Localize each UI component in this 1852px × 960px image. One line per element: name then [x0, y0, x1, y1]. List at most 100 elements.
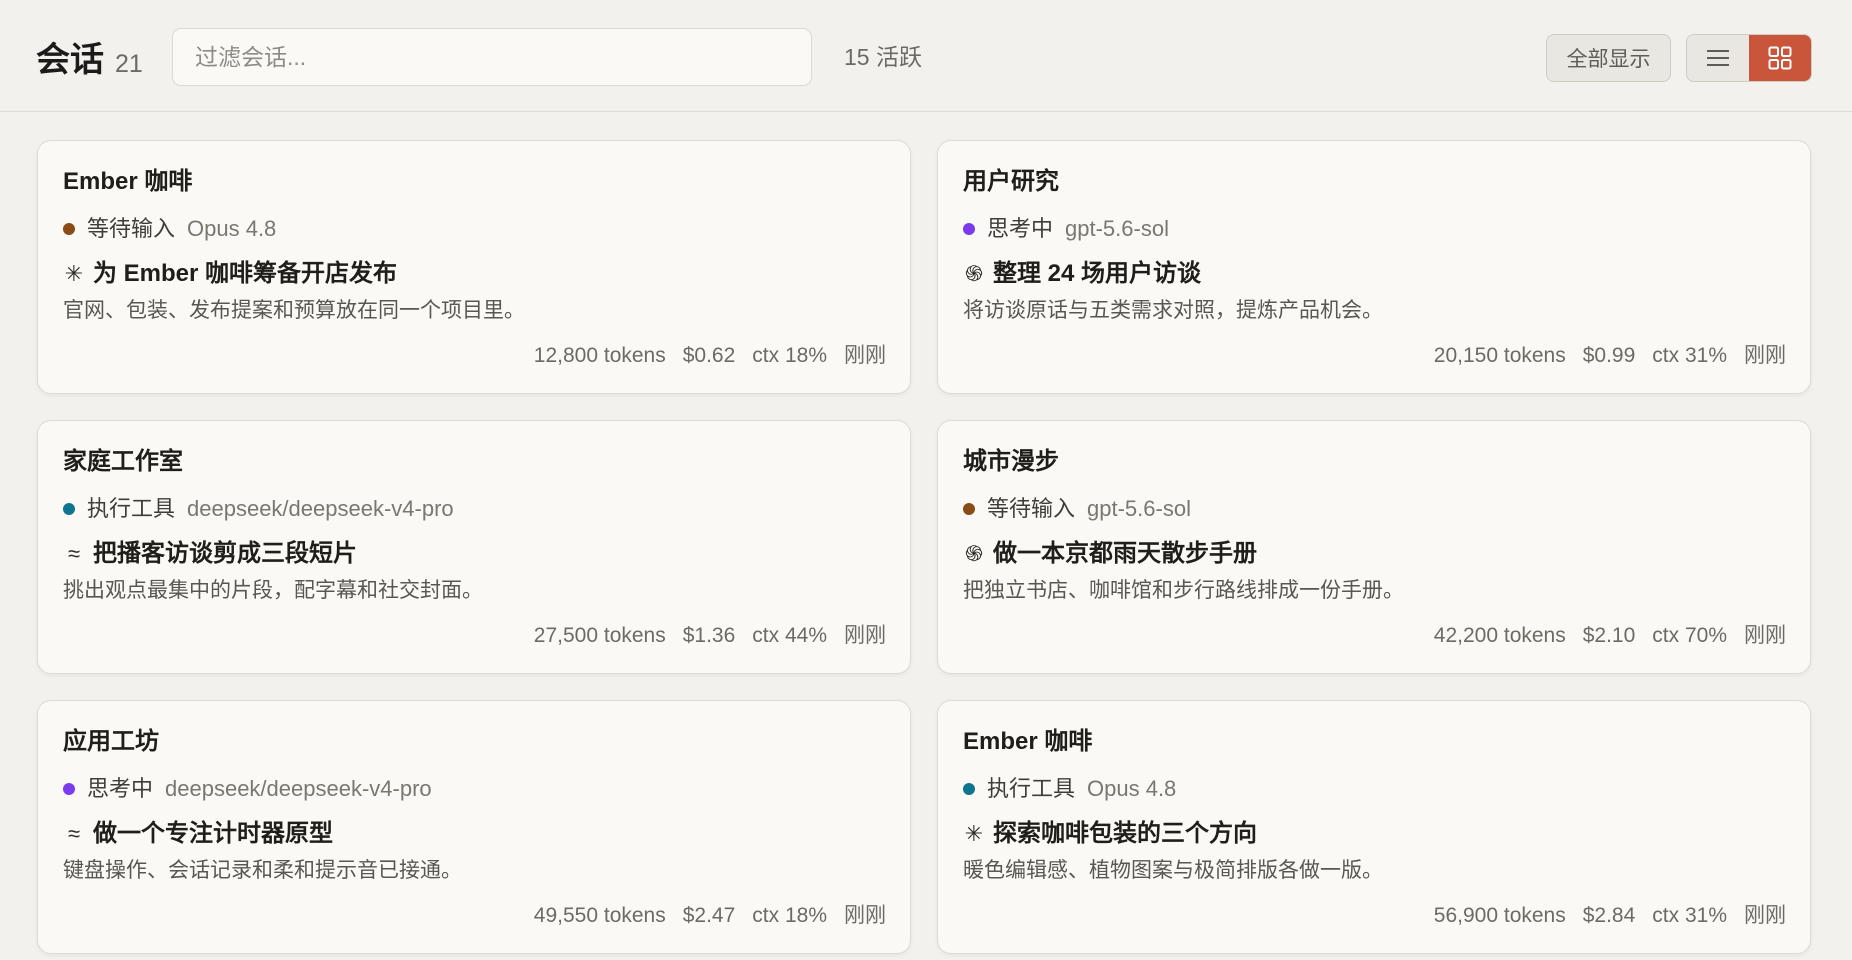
token-count: 42,200 tokens	[1433, 624, 1566, 647]
list-view-button[interactable]	[1687, 35, 1749, 81]
session-grid: Ember 咖啡 等待输入 Opus 4.8 ✳ 为 Ember 咖啡筹备开店发…	[37, 140, 1811, 954]
session-card[interactable]: 用户研究 思考中 gpt-5.6-sol ֍ 整理 24 场用户访谈 将访谈原话…	[937, 140, 1811, 394]
status-label: 等待输入	[987, 496, 1076, 521]
task-title: 把播客访谈剪成三段短片	[93, 540, 357, 567]
task-description: 将访谈原话与五类需求对照，提炼产品机会。	[963, 299, 1383, 322]
session-task: ≈ 做一个专注计时器原型	[63, 817, 333, 851]
status-label: 等待输入	[87, 216, 176, 241]
context-usage: ctx 31%	[1652, 344, 1727, 367]
session-name: 用户研究	[963, 168, 1059, 195]
deepseek-whale-icon: ≈	[67, 541, 81, 566]
last-updated: 刚刚	[1744, 904, 1786, 927]
status-dot	[63, 223, 75, 235]
session-cost: $0.99	[1582, 344, 1636, 367]
session-cost: $2.10	[1582, 624, 1636, 647]
model-name: Opus 4.8	[1087, 776, 1177, 801]
model-name: deepseek/deepseek-v4-pro	[165, 776, 432, 801]
last-updated: 刚刚	[1744, 344, 1786, 367]
session-task: ≈ 把播客访谈剪成三段短片	[63, 537, 357, 571]
last-updated: 刚刚	[844, 624, 886, 647]
task-description: 把独立书店、咖啡馆和步行路线排成一份手册。	[963, 579, 1404, 602]
session-name: 家庭工作室	[63, 448, 183, 475]
context-usage: ctx 18%	[752, 904, 827, 927]
status-label: 思考中	[987, 216, 1054, 241]
session-card[interactable]: Ember 咖啡 等待输入 Opus 4.8 ✳ 为 Ember 咖啡筹备开店发…	[37, 140, 911, 394]
session-card[interactable]: 家庭工作室 执行工具 deepseek/deepseek-v4-pro ≈ 把播…	[37, 420, 911, 674]
session-status: 等待输入 Opus 4.8	[63, 213, 276, 245]
session-card[interactable]: Ember 咖啡 执行工具 Opus 4.8 ✳ 探索咖啡包装的三个方向 暖色编…	[937, 700, 1811, 954]
session-status: 执行工具 deepseek/deepseek-v4-pro	[63, 493, 454, 525]
model-name: Opus 4.8	[187, 216, 277, 241]
status-dot	[963, 783, 975, 795]
context-usage: ctx 18%	[752, 344, 827, 367]
model-name: deepseek/deepseek-v4-pro	[187, 496, 454, 521]
session-name: 应用工坊	[63, 728, 159, 755]
model-name: gpt-5.6-sol	[1087, 496, 1191, 521]
session-name: Ember 咖啡	[963, 728, 1093, 755]
task-title: 为 Ember 咖啡筹备开店发布	[93, 260, 398, 287]
session-status: 思考中 deepseek/deepseek-v4-pro	[63, 773, 432, 805]
session-task: ֍ 做一本京都雨天散步手册	[963, 537, 1257, 571]
openai-icon: ֍	[965, 261, 983, 286]
session-status: 执行工具 Opus 4.8	[963, 773, 1176, 805]
task-description: 键盘操作、会话记录和柔和提示音已接通。	[63, 859, 462, 882]
claude-icon: ✳	[964, 821, 984, 846]
active-count: 15 活跃	[844, 44, 922, 70]
page-header: 会话 21 15 活跃 全部显示	[0, 0, 1852, 112]
session-meta: 42,200 tokens $2.10 ctx 70% 刚刚	[1434, 620, 1786, 652]
task-description: 官网、包装、发布提案和预算放在同一个项目里。	[63, 299, 525, 322]
task-title: 探索咖啡包装的三个方向	[993, 820, 1257, 847]
grid-view-button[interactable]	[1749, 35, 1811, 81]
status-dot	[63, 783, 75, 795]
deepseek-whale-icon: ≈	[67, 821, 81, 846]
filter-sessions-input[interactable]	[172, 28, 812, 86]
status-dot	[63, 503, 75, 515]
show-all-button[interactable]: 全部显示	[1546, 34, 1671, 82]
view-toggle	[1686, 34, 1812, 82]
task-description: 暖色编辑感、植物图案与极简排版各做一版。	[963, 859, 1383, 882]
last-updated: 刚刚	[844, 344, 886, 367]
session-task: ✳ 为 Ember 咖啡筹备开店发布	[63, 257, 397, 291]
token-count: 12,800 tokens	[533, 344, 666, 367]
openai-icon: ֍	[965, 541, 983, 566]
session-meta: 20,150 tokens $0.99 ctx 31% 刚刚	[1434, 340, 1786, 372]
session-status: 等待输入 gpt-5.6-sol	[963, 493, 1191, 525]
claude-icon: ✳	[64, 261, 84, 286]
task-title: 做一个专注计时器原型	[93, 820, 333, 847]
last-updated: 刚刚	[844, 904, 886, 927]
session-meta: 56,900 tokens $2.84 ctx 31% 刚刚	[1434, 900, 1786, 932]
grid-icon	[1768, 46, 1792, 70]
token-count: 27,500 tokens	[533, 624, 666, 647]
session-cost: $0.62	[682, 344, 736, 367]
last-updated: 刚刚	[1744, 624, 1786, 647]
session-meta: 12,800 tokens $0.62 ctx 18% 刚刚	[534, 340, 886, 372]
list-icon	[1707, 50, 1729, 66]
session-card[interactable]: 应用工坊 思考中 deepseek/deepseek-v4-pro ≈ 做一个专…	[37, 700, 911, 954]
session-status: 思考中 gpt-5.6-sol	[963, 213, 1169, 245]
session-card[interactable]: 城市漫步 等待输入 gpt-5.6-sol ֍ 做一本京都雨天散步手册 把独立书…	[937, 420, 1811, 674]
task-description: 挑出观点最集中的片段，配字幕和社交封面。	[63, 579, 483, 602]
session-task: ֍ 整理 24 场用户访谈	[963, 257, 1201, 291]
task-title: 做一本京都雨天散步手册	[993, 540, 1257, 567]
model-name: gpt-5.6-sol	[1065, 216, 1169, 241]
session-meta: 27,500 tokens $1.36 ctx 44% 刚刚	[534, 620, 886, 652]
page-title: 会话	[36, 41, 104, 79]
status-dot	[963, 503, 975, 515]
status-label: 执行工具	[87, 496, 176, 521]
session-name: Ember 咖啡	[63, 168, 193, 195]
session-meta: 49,550 tokens $2.47 ctx 18% 刚刚	[534, 900, 886, 932]
session-cost: $2.84	[1582, 904, 1636, 927]
task-title: 整理 24 场用户访谈	[993, 260, 1202, 287]
session-count: 21	[115, 50, 143, 78]
session-cost: $2.47	[682, 904, 736, 927]
session-name: 城市漫步	[963, 448, 1059, 475]
token-count: 56,900 tokens	[1433, 904, 1566, 927]
context-usage: ctx 44%	[752, 624, 827, 647]
token-count: 49,550 tokens	[533, 904, 666, 927]
status-label: 思考中	[87, 776, 154, 801]
status-label: 执行工具	[987, 776, 1076, 801]
session-task: ✳ 探索咖啡包装的三个方向	[963, 817, 1257, 851]
context-usage: ctx 70%	[1652, 624, 1727, 647]
session-cost: $1.36	[682, 624, 736, 647]
status-dot	[963, 223, 975, 235]
